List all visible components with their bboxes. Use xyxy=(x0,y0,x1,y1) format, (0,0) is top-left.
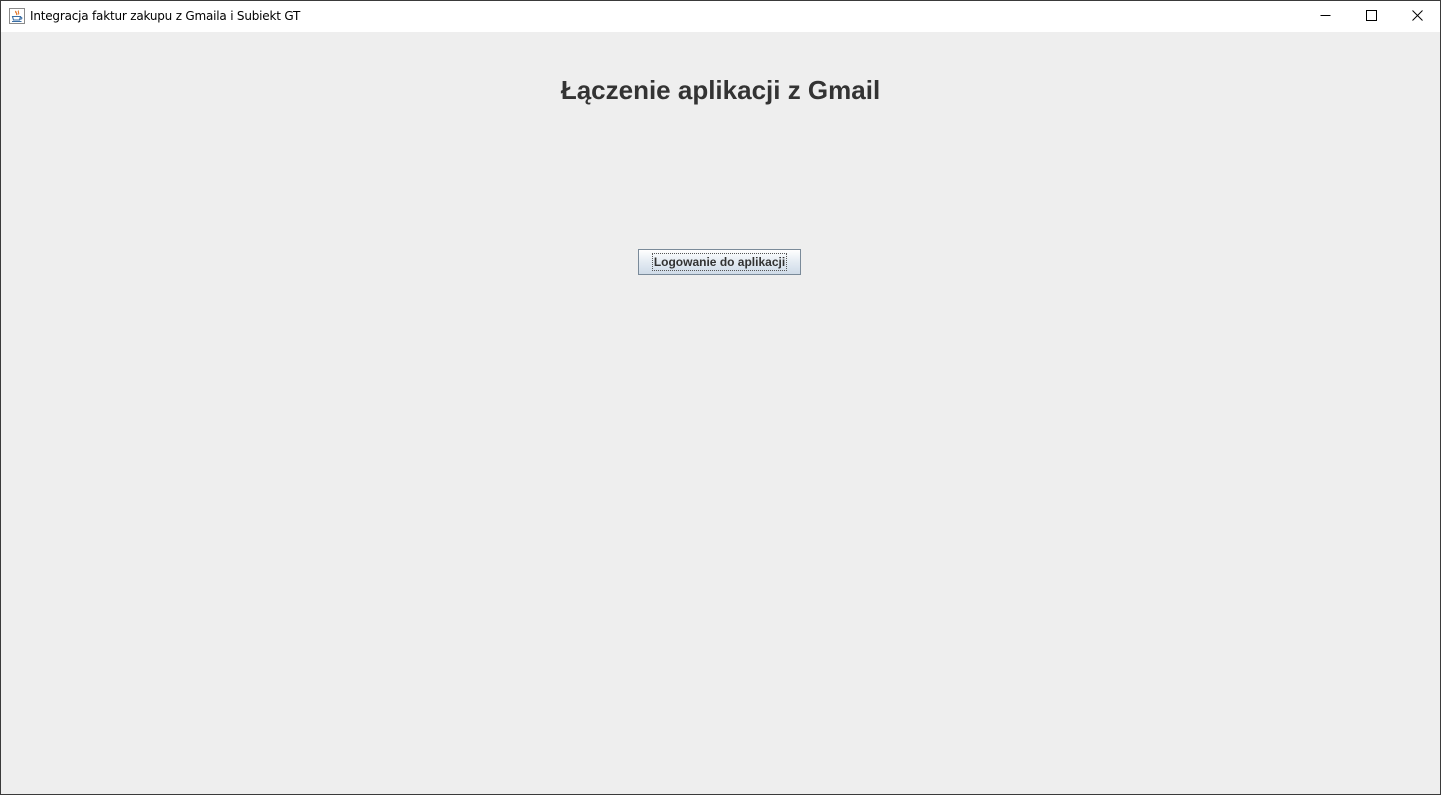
close-icon xyxy=(1411,8,1423,26)
java-cup-icon[interactable] xyxy=(9,8,25,24)
app-window: Integracja faktur zakupu z Gmaila i Subi… xyxy=(0,0,1441,795)
maximize-button[interactable] xyxy=(1348,1,1394,32)
close-button[interactable] xyxy=(1394,1,1440,32)
page-title: Łączenie aplikacji z Gmail xyxy=(560,75,881,105)
main-panel: Łączenie aplikacji z Gmail Logowanie do … xyxy=(1,32,1440,794)
minimize-button[interactable] xyxy=(1302,1,1348,32)
login-button[interactable]: Logowanie do aplikacji xyxy=(638,249,801,275)
maximize-icon xyxy=(1365,8,1377,26)
login-button-label: Logowanie do aplikacji xyxy=(651,253,788,271)
title-bar[interactable]: Integracja faktur zakupu z Gmaila i Subi… xyxy=(1,1,1440,32)
window-title: Integracja faktur zakupu z Gmaila i Subi… xyxy=(30,9,301,23)
minimize-icon xyxy=(1320,8,1331,26)
